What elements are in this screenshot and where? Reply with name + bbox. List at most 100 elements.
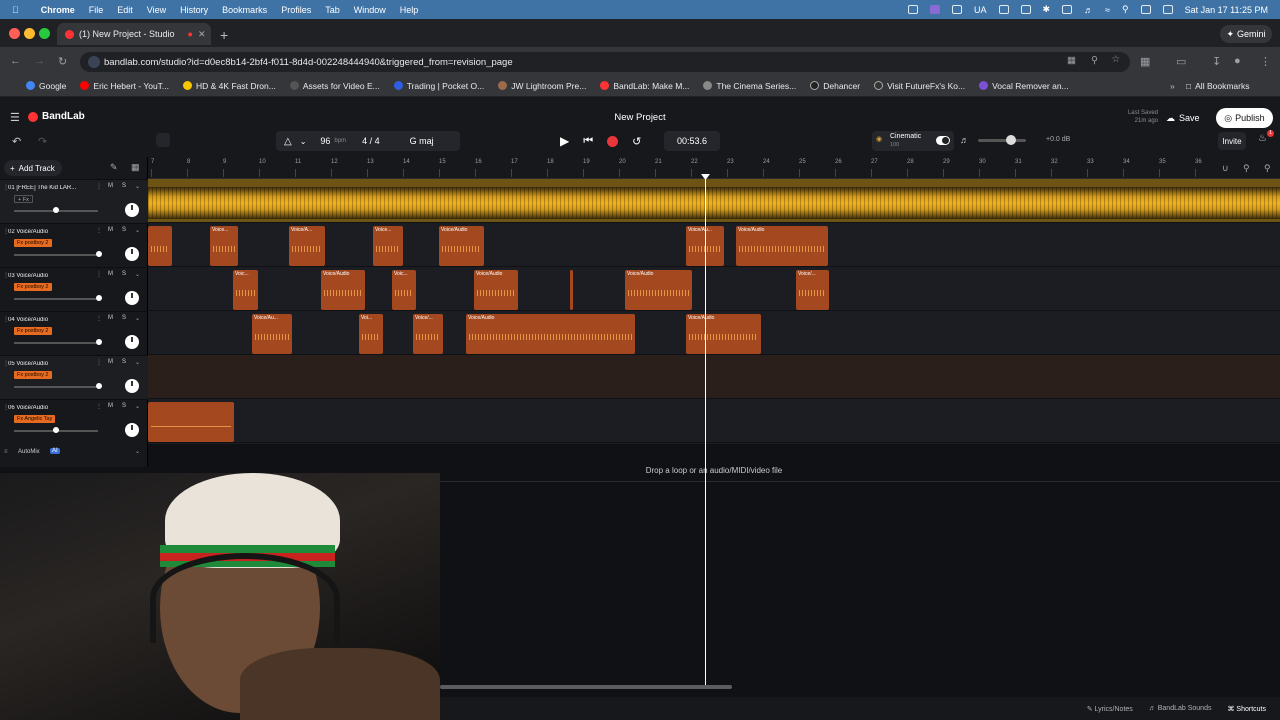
vpn-icon[interactable]: [998, 5, 1009, 14]
mute-button[interactable]: M: [108, 403, 113, 409]
horizontal-scrollbar[interactable]: [440, 685, 732, 689]
track-name[interactable]: 03 Voice/Audio: [8, 273, 94, 279]
track-volume-handle[interactable]: [96, 383, 102, 389]
download-icon[interactable]: ↧: [1212, 55, 1221, 68]
bookmark-vocal-remover[interactable]: Vocal Remover an...: [979, 81, 1069, 91]
track-name[interactable]: 01 [FREE] The Kid LAR...: [8, 185, 94, 191]
bookmark-google[interactable]: Google: [26, 81, 66, 91]
pan-knob[interactable]: [125, 423, 139, 437]
track-volume-handle[interactable]: [96, 251, 102, 257]
audio-clip[interactable]: Voice/...: [796, 270, 829, 310]
grid-settings-icon[interactable]: ▦: [131, 162, 140, 173]
more-menu-icon[interactable]: ⋮: [1260, 55, 1271, 68]
menu-bookmarks[interactable]: Bookmarks: [222, 5, 267, 15]
track-header[interactable]: ⋮ 03 Voice/Audio ⋮ M S ⌄ Fx postboy 2: [0, 267, 148, 311]
menu-profiles[interactable]: Profiles: [281, 5, 311, 15]
menu-tab[interactable]: Tab: [325, 5, 340, 15]
track-name[interactable]: 05 Voice/Audio: [8, 361, 94, 367]
bandlab-sounds-button[interactable]: ♬ BandLab Sounds: [1149, 705, 1212, 712]
minimize-window-icon[interactable]: [24, 28, 35, 39]
menu-file[interactable]: File: [89, 5, 104, 15]
translate-icon[interactable]: ▦: [1067, 55, 1076, 66]
all-bookmarks[interactable]: □ All Bookmarks: [1186, 81, 1249, 91]
pan-knob[interactable]: [125, 203, 139, 217]
invite-button[interactable]: Invite: [1218, 132, 1246, 150]
pan-knob[interactable]: [125, 335, 139, 349]
track-name[interactable]: 06 Voice/Audio: [8, 405, 94, 411]
apple-icon[interactable]: : [12, 5, 19, 15]
audio-clip[interactable]: Voice...: [210, 226, 238, 266]
menu-history[interactable]: History: [180, 5, 208, 15]
control-center-icon[interactable]: [1140, 5, 1151, 14]
key-signature[interactable]: G maj: [410, 136, 434, 146]
audio-clip[interactable]: [148, 402, 234, 442]
profile-icon[interactable]: ●: [1234, 55, 1241, 67]
new-tab-button[interactable]: +: [220, 27, 228, 43]
solo-button[interactable]: S: [122, 315, 126, 321]
audio-clip[interactable]: Voice/Audio: [474, 270, 518, 310]
pan-knob[interactable]: [125, 291, 139, 305]
audio-clip[interactable]: Voice/A...: [289, 226, 325, 266]
track-name[interactable]: 04 Voice/Audio: [8, 317, 94, 323]
track-menu-icon[interactable]: ⋮: [96, 315, 102, 322]
fx-chain-badge[interactable]: Fx postboy 2: [14, 239, 52, 247]
timeline-ruler[interactable]: 7 8 9 10 11 12 13 14 15 16 17 18 19 20 21 22 23 24 25 26 27 2…: [148, 157, 1280, 179]
track-header[interactable]: ⋮ 06 Voice/Audio ⋮ M S ⌄ Fx Angelic Tay: [0, 399, 148, 443]
bookmark-youtube[interactable]: Eric Hebert - YouT...: [80, 81, 169, 91]
site-info-icon[interactable]: [88, 56, 100, 68]
clock[interactable]: Sat Jan 17 11:25 PM: [1185, 5, 1268, 15]
track-header[interactable]: ⋮ 02 Voice/Audio ⋮ M S ⌄ Fx postboy 2: [0, 223, 148, 267]
chevron-down-icon[interactable]: ⌄: [300, 137, 307, 146]
audio-clip[interactable]: Voic...: [392, 270, 416, 310]
status-icon[interactable]: [908, 5, 918, 14]
audio-clip[interactable]: Voic...: [233, 270, 258, 310]
track-menu-icon[interactable]: ⋮: [96, 403, 102, 410]
zoom-out-icon[interactable]: ⚲: [1243, 163, 1250, 174]
screen-record-icon[interactable]: [930, 5, 940, 14]
automix-row[interactable]: ≡ AutoMix AI ⌄: [0, 446, 148, 460]
speaker-icon[interactable]: ♬: [960, 135, 969, 145]
track-volume-slider[interactable]: [14, 298, 98, 300]
bluetooth-icon[interactable]: ✱: [1043, 4, 1051, 15]
tempo-value[interactable]: 96: [320, 136, 330, 146]
project-title[interactable]: New Project: [0, 112, 1280, 123]
beat-waveform[interactable]: [148, 187, 1280, 219]
gemini-button[interactable]: ✦ Gemini: [1220, 25, 1272, 43]
zoom-icon[interactable]: ⚲: [1091, 55, 1098, 66]
audio-clip[interactable]: [570, 270, 573, 310]
solo-button[interactable]: S: [122, 359, 126, 365]
redo-icon[interactable]: ↷: [38, 135, 47, 148]
volume-icon[interactable]: ♬: [1084, 5, 1093, 15]
skip-back-icon[interactable]: ⏮: [583, 135, 593, 148]
solo-button[interactable]: S: [122, 227, 126, 233]
search-icon[interactable]: ⚲: [1122, 4, 1129, 15]
audio-clip[interactable]: Voice/Audio: [321, 270, 365, 310]
bookmarks-overflow-icon[interactable]: »: [1170, 81, 1175, 91]
mute-button[interactable]: M: [108, 227, 113, 233]
time-signature[interactable]: 4 / 4: [362, 136, 380, 146]
menu-help[interactable]: Help: [400, 5, 419, 15]
menu-app-name[interactable]: Chrome: [41, 5, 75, 15]
magnet-icon[interactable]: ∪: [1222, 163, 1229, 174]
address-bar[interactable]: bandlab.com/studio?id=d0ec8b14-2bf4-f011…: [80, 52, 1130, 72]
chevron-down-icon[interactable]: ⌄: [135, 359, 140, 366]
bookmark-star-icon[interactable]: ☆: [1111, 54, 1120, 65]
mute-button[interactable]: M: [108, 315, 113, 321]
bookmark-bandlab[interactable]: BandLab: Make M...: [600, 81, 689, 91]
fx-chain-badge[interactable]: Fx Angelic Tay: [14, 415, 56, 423]
track-menu-icon[interactable]: ⋮: [96, 227, 102, 234]
track-volume-slider[interactable]: [14, 342, 98, 344]
forward-icon[interactable]: →: [34, 55, 45, 67]
display-icon[interactable]: [1020, 5, 1031, 14]
track-volume-handle[interactable]: [96, 339, 102, 345]
menu-window[interactable]: Window: [354, 5, 386, 15]
audio-clip[interactable]: Voice/Audio: [686, 314, 761, 354]
zoom-window-icon[interactable]: [39, 28, 50, 39]
track-volume-slider[interactable]: [14, 254, 98, 256]
bookmark-cinema[interactable]: The Cinema Series...: [703, 81, 796, 91]
track-volume-handle[interactable]: [53, 207, 59, 213]
play-icon[interactable]: ▶: [560, 134, 569, 148]
status-icon[interactable]: [952, 5, 962, 14]
back-icon[interactable]: ←: [10, 55, 21, 67]
pan-knob[interactable]: [125, 379, 139, 393]
